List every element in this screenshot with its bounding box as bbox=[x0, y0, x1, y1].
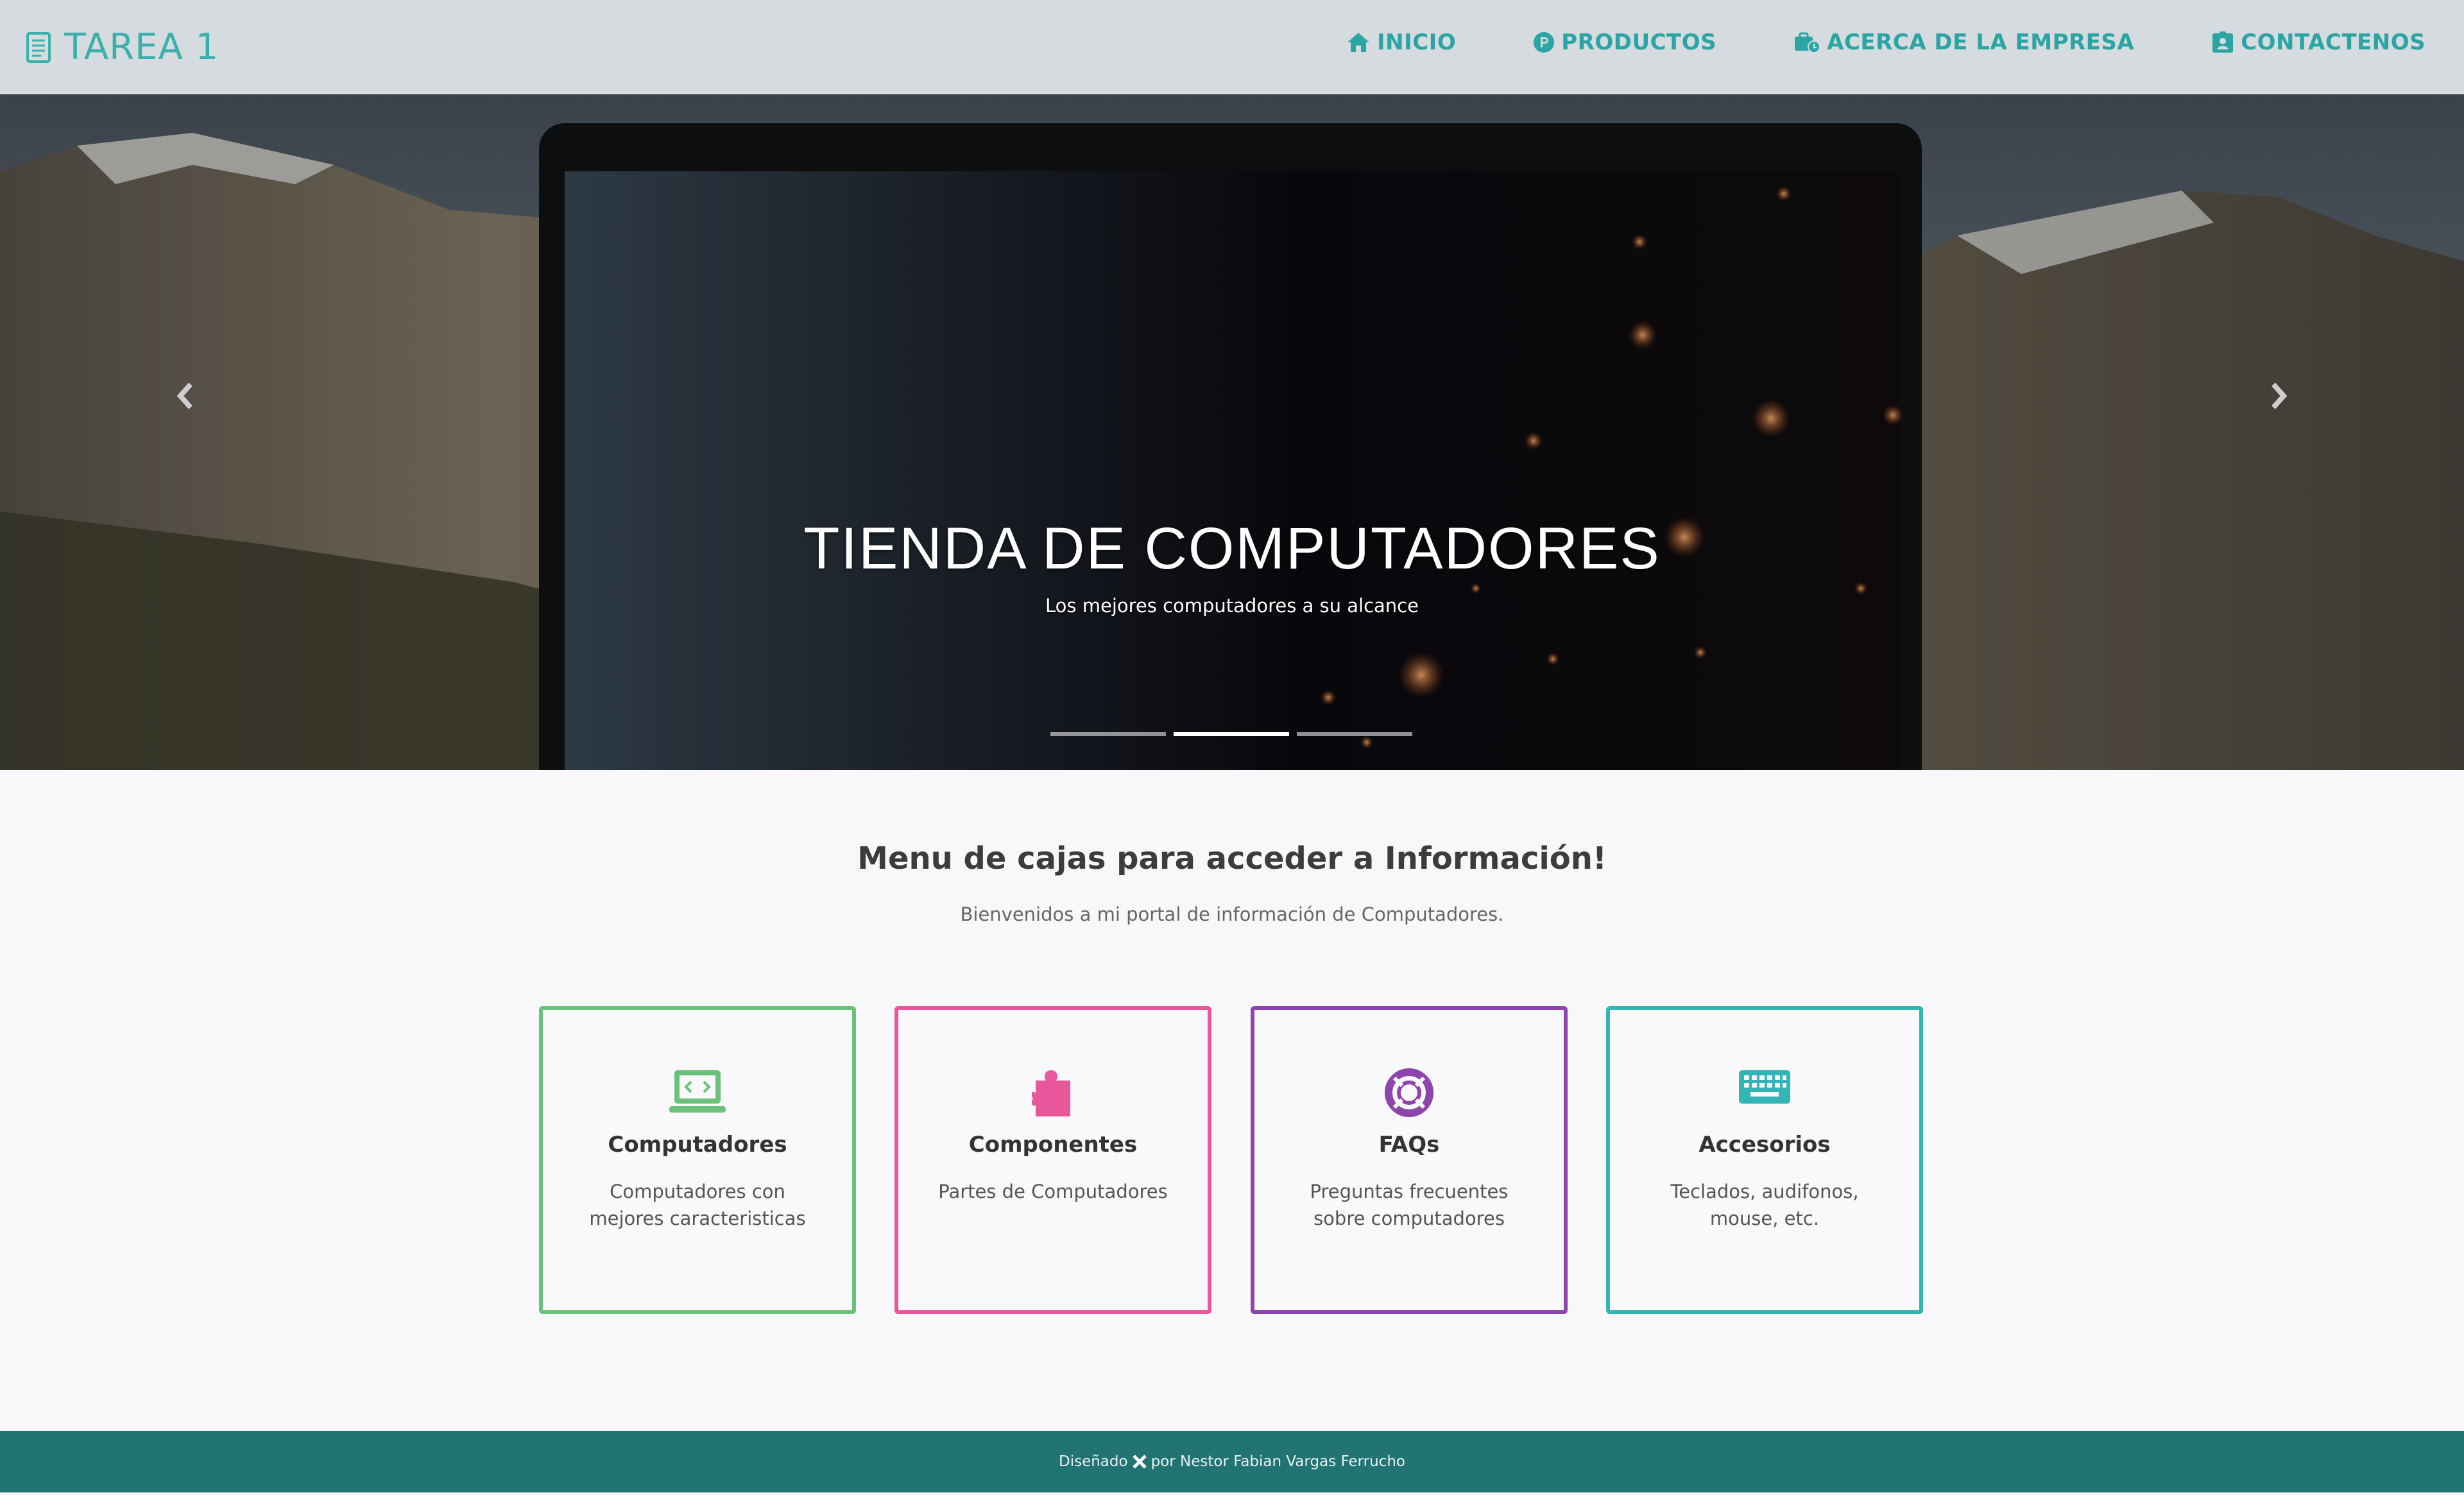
card-title: FAQs bbox=[1378, 1132, 1440, 1158]
nav-links: INICIO PRODUCTOS ACERCA DE LA EMPRESA CO… bbox=[1346, 0, 2426, 84]
card-description: Preguntas frecuentes sobre computadores bbox=[1310, 1181, 1509, 1229]
nav-item-label: ACERCA DE LA EMPRESA bbox=[1827, 29, 2135, 55]
brand-title: TAREA 1 bbox=[64, 26, 219, 68]
nav-item-label: PRODUCTOS bbox=[1561, 29, 1717, 55]
footer-prefix: Diseñado bbox=[1059, 1453, 1128, 1470]
footer: Diseñado por Nestor Fabian Vargas Ferruc… bbox=[0, 1431, 2464, 1492]
hero-title: TIENDA DE COMPUTADORES bbox=[803, 516, 1661, 581]
carousel-indicators bbox=[1050, 732, 1420, 736]
carousel-prev-button[interactable] bbox=[159, 370, 210, 422]
carousel-indicator-3[interactable] bbox=[1297, 732, 1412, 736]
nav-item-acerca[interactable]: ACERCA DE LA EMPRESA bbox=[1793, 30, 2134, 55]
brand-link[interactable]: TAREA 1 bbox=[26, 0, 219, 94]
product-p-icon bbox=[1534, 31, 1555, 53]
hero-subtitle: Los mejores computadores a su alcance bbox=[1045, 595, 1419, 617]
document-icon bbox=[26, 31, 51, 63]
nav-item-contactenos[interactable]: CONTACTENOS bbox=[2211, 30, 2426, 55]
tools-icon bbox=[1132, 1455, 1147, 1469]
card-description: Teclados, audifonos, mouse, etc. bbox=[1670, 1181, 1859, 1229]
nav-item-label: CONTACTENOS bbox=[2241, 29, 2426, 55]
card-description: Computadores con mejores caracteristicas bbox=[589, 1181, 806, 1229]
card-faqs[interactable]: FAQs Preguntas frecuentes sobre computad… bbox=[1251, 1006, 1568, 1314]
nav-item-label: INICIO bbox=[1377, 29, 1457, 55]
laptop-code-icon bbox=[669, 1070, 726, 1113]
card-title: Componentes bbox=[968, 1132, 1138, 1158]
section-title: Menu de cajas para acceder a Información… bbox=[857, 841, 1607, 876]
card-computadores[interactable]: Computadores Computadores con mejores ca… bbox=[539, 1006, 856, 1314]
carousel-indicator-1[interactable] bbox=[1050, 732, 1166, 736]
life-ring-icon bbox=[1385, 1068, 1433, 1117]
keyboard-icon bbox=[1739, 1070, 1790, 1104]
chevron-left-icon bbox=[176, 382, 193, 409]
nav-item-inicio[interactable]: INICIO bbox=[1346, 30, 1456, 55]
carousel-next-button[interactable] bbox=[2254, 370, 2305, 422]
contact-card-icon bbox=[2212, 31, 2234, 53]
card-title: Accesorios bbox=[1698, 1132, 1831, 1158]
chevron-right-icon bbox=[2272, 382, 2288, 409]
business-icon bbox=[1795, 32, 1821, 53]
card-accesorios[interactable]: Accesorios Teclados, audifonos, mouse, e… bbox=[1606, 1006, 1923, 1314]
puzzle-piece-icon bbox=[1032, 1070, 1070, 1116]
footer-suffix: por Nestor Fabian Vargas Ferrucho bbox=[1151, 1453, 1405, 1470]
card-title: Computadores bbox=[608, 1132, 787, 1158]
home-icon bbox=[1348, 32, 1369, 52]
card-description: Partes de Computadores bbox=[938, 1181, 1168, 1202]
hero-carousel: TIENDA DE COMPUTADORES Los mejores compu… bbox=[0, 94, 2464, 770]
navbar: TAREA 1 INICIO PRODUCTOS ACERCA DE LA EM… bbox=[0, 0, 2464, 94]
nav-item-productos[interactable]: PRODUCTOS bbox=[1533, 30, 1716, 55]
card-componentes[interactable]: Componentes Partes de Computadores bbox=[894, 1006, 1211, 1314]
hero-background-image bbox=[0, 94, 2464, 770]
carousel-indicator-2[interactable] bbox=[1174, 732, 1289, 736]
section-subtitle: Bienvenidos a mi portal de información d… bbox=[960, 903, 1504, 925]
